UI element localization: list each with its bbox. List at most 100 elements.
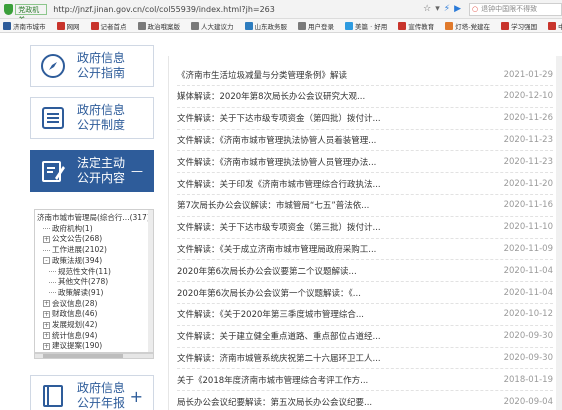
bookmark-item[interactable]: 人大建议力	[188, 21, 234, 31]
tree-node[interactable]: 其他文件(278)	[49, 276, 108, 287]
collapse-node-icon[interactable]: -	[43, 257, 50, 265]
bookmark-favicon-icon	[191, 21, 199, 30]
bookmark-item[interactable]: 学习强国	[498, 21, 537, 31]
tree-node[interactable]: 规范性文件(11)	[49, 266, 111, 277]
tree-node[interactable]: + 公文公告(268)	[43, 233, 102, 244]
tree-node-label: 政策解读(91)	[58, 287, 104, 297]
list-item[interactable]: 文件解读：《关于成立济南市城市管理局政府采购工... 2020-11-09	[177, 238, 553, 261]
tree-node[interactable]: + 统计信息(94)	[43, 330, 97, 341]
nav-system[interactable]: 政府信息 公开制度	[30, 97, 154, 139]
article-title[interactable]: 文件解读：《关于成立济南市城市管理局政府采购工...	[177, 243, 477, 255]
article-title[interactable]: 文件解读：《济南市城市管理执法协管人员着装管理...	[177, 134, 477, 146]
list-item[interactable]: 文件解读：《济南市城市管理执法协管人员着装管理... 2020-11-23	[177, 129, 553, 152]
tree-horizontal-scrollbar[interactable]	[34, 353, 154, 359]
scroll-thumb[interactable]	[43, 354, 123, 358]
article-date: 2020-11-04	[503, 287, 553, 298]
bookmark-item[interactable]: 宣传教育	[395, 21, 434, 31]
article-title[interactable]: 文件解读：关于建立健全重点道路、重点部位占道经...	[177, 330, 477, 342]
article-title[interactable]: 文件解读：《关于2020年第三季度城市管理综合...	[177, 308, 477, 320]
list-item[interactable]: 文件解读：《济南市城市管理执法协管人员管理办法... 2020-11-23	[177, 151, 553, 174]
expand-node-icon[interactable]: +	[43, 310, 50, 318]
list-item[interactable]: 文件解读：《关于2020年第三季度城市管理综合... 2020-10-12	[177, 304, 553, 326]
article-title[interactable]: 文件解读：关于下达市级专项资金（第三批）拨付计...	[177, 221, 477, 233]
expand-node-icon[interactable]: +	[43, 321, 50, 329]
list-item[interactable]: 文件解读：关于建立健全重点道路、重点部位占道经... 2020-09-30	[177, 326, 553, 348]
article-title[interactable]: 关于《2018年度济南市城市管理综合考评工作方...	[177, 374, 477, 386]
bookmarks-bar: 济南市城市 网网 记者首点 政治哦案版 人大建议力 山东政务服 用户登录 美篇 · 好用 宣传教…	[0, 19, 562, 33]
article-title[interactable]: 第7次局长办公会议解读：市城管局“七五”普法依...	[177, 199, 477, 211]
expand-icon[interactable]: +	[130, 387, 143, 406]
bookmark-favicon-icon	[548, 21, 557, 30]
bookmark-favicon-icon	[501, 21, 510, 30]
lightning-icon[interactable]: ⚡	[444, 4, 450, 14]
article-title[interactable]: 《济南市生活垃圾减量与分类管理条例》解读	[177, 69, 477, 81]
bookmark-item[interactable]: 山东政务服	[242, 21, 287, 31]
list-item[interactable]: 《济南市生活垃圾减量与分类管理条例》解读 2021-01-29	[177, 64, 553, 86]
list-item[interactable]: 文件解读：济南市城管系统庆祝第二十六届环卫工人... 2020-09-30	[177, 347, 553, 370]
tree-node[interactable]: 政府机构(1)	[43, 223, 93, 234]
bookmark-item[interactable]: 政治哦案版	[135, 21, 180, 31]
list-item[interactable]: 2020年第6次局长办公会议第一个议题解读：《... 2020-11-04	[177, 282, 553, 304]
nav-guide[interactable]: 政府信息 公开指南	[30, 45, 154, 87]
nav-annual-report[interactable]: 政府信息 公开年报 +	[30, 375, 154, 410]
security-shield-icon	[4, 3, 14, 15]
article-title[interactable]: 2020年第6次局长办公会议第一个议题解读：《...	[177, 287, 477, 299]
dropdown-icon[interactable]: ▾	[435, 4, 440, 14]
expand-node-icon[interactable]: +	[43, 300, 50, 308]
article-list: 《济南市生活垃圾减量与分类管理条例》解读 2021-01-29 媒体解读：2020年…	[168, 56, 562, 410]
bookmark-favicon-icon	[298, 21, 306, 30]
list-item[interactable]: 关于《2018年度济南市城市管理综合考评工作方... 2018-01-19	[177, 369, 553, 392]
star-icon[interactable]: ☆	[423, 4, 431, 14]
list-item[interactable]: 局长办公会议纪要解读：第五次局长办公会议纪要... 2020-09-04	[177, 391, 553, 410]
list-item[interactable]: 媒体解读：2020年第8次局长办公会议研究大观... 2020-12-10	[177, 86, 553, 108]
article-title[interactable]: 2020年第6次局长办公会议要第二个议题解读...	[177, 265, 477, 277]
tree-node[interactable]: 工作进展(2102)	[43, 244, 107, 255]
bookmark-label: 宣传教育	[408, 22, 435, 31]
list-item[interactable]: 第7次局长办公会议解读：市城管局“七五”普法依... 2020-11-16	[177, 195, 553, 217]
bookmark-favicon-icon	[90, 21, 99, 30]
expand-node-icon[interactable]: +	[43, 235, 50, 243]
list-item[interactable]: 文件解读：关于印发《济南市城市管理综合行政执法... 2020-11-20	[177, 173, 553, 195]
bookmark-label: 中国共产党	[558, 21, 562, 31]
article-title[interactable]: 文件解读：济南市城管系统庆祝第二十六届环卫工人...	[177, 352, 477, 364]
bookmark-item[interactable]: 济南市城市	[0, 21, 46, 31]
bookmark-item[interactable]: 美篇 · 好用	[342, 21, 387, 31]
book-icon	[39, 382, 67, 410]
tree-node[interactable]: 政策解读(91)	[49, 287, 103, 298]
tree-node[interactable]: + 建议提案(190)	[43, 340, 102, 351]
list-item[interactable]: 文件解读：关于下达市级专项资金（第三批）拨付计... 2020-11-10	[177, 217, 553, 239]
list-item[interactable]: 文件解读：关于下达市级专项资金（第四批）拨付计... 2020-11-26	[177, 108, 553, 130]
article-title[interactable]: 媒体解读：2020年第8次局长办公会议研究大观...	[177, 90, 477, 102]
article-title[interactable]: 文件解读：关于下达市级专项资金（第四批）拨付计...	[177, 112, 477, 124]
bookmark-item[interactable]: 用户登录	[295, 21, 334, 31]
tree-node-label: 济南市城市管理局(综合行...(317)	[37, 213, 150, 222]
list-item[interactable]: 2020年第6次局长办公会议要第二个议题解读... 2020-11-04	[177, 260, 553, 283]
article-title[interactable]: 局长办公会议纪要解读：第五次局长办公会议纪要...	[177, 396, 477, 408]
tree-node[interactable]: + 财政信息(46)	[43, 308, 97, 319]
tree-node[interactable]: + 会议信息(28)	[43, 298, 97, 309]
bookmark-item[interactable]: 中国共产党	[545, 21, 562, 31]
url-field[interactable]: http://jnzf.jinan.gov.cn/col/col55939/in…	[53, 5, 359, 14]
article-title[interactable]: 文件解读：《济南市城市管理执法协管人员管理办法...	[177, 156, 477, 168]
tree-scrollbar[interactable]	[148, 210, 153, 352]
page-scrollbar[interactable]	[556, 56, 562, 410]
expand-node-icon[interactable]: +	[43, 342, 50, 350]
edit-document-icon	[39, 157, 67, 185]
nav-active-content[interactable]: 法定主动 公开内容 —	[30, 150, 154, 192]
forward-icon[interactable]: ▶	[454, 4, 461, 14]
bookmark-label: 人大建议力	[201, 22, 234, 31]
expand-node-icon[interactable]: +	[43, 332, 50, 340]
bookmark-item[interactable]: 网网	[54, 21, 80, 31]
nav-label: 政府信息 公开指南	[77, 51, 126, 80]
tree-node[interactable]: 济南市城市管理局(综合行...(317)	[37, 212, 150, 223]
bookmark-item[interactable]: 记者首点	[88, 21, 127, 31]
collapse-icon[interactable]: —	[131, 164, 143, 178]
article-title[interactable]: 文件解读：关于印发《济南市城市管理综合行政执法...	[177, 178, 477, 190]
article-date: 2020-09-04	[503, 396, 553, 407]
tree-node[interactable]: - 政策法规(394)	[43, 255, 102, 266]
tree-node[interactable]: + 发展规划(42)	[43, 319, 97, 330]
bookmark-item[interactable]: 灯塔-党建在	[442, 21, 490, 31]
article-date: 2020-11-23	[503, 134, 553, 145]
bookmark-favicon-icon	[345, 21, 353, 30]
search-input[interactable]: ○ 退钟中国限不得致	[469, 2, 562, 16]
